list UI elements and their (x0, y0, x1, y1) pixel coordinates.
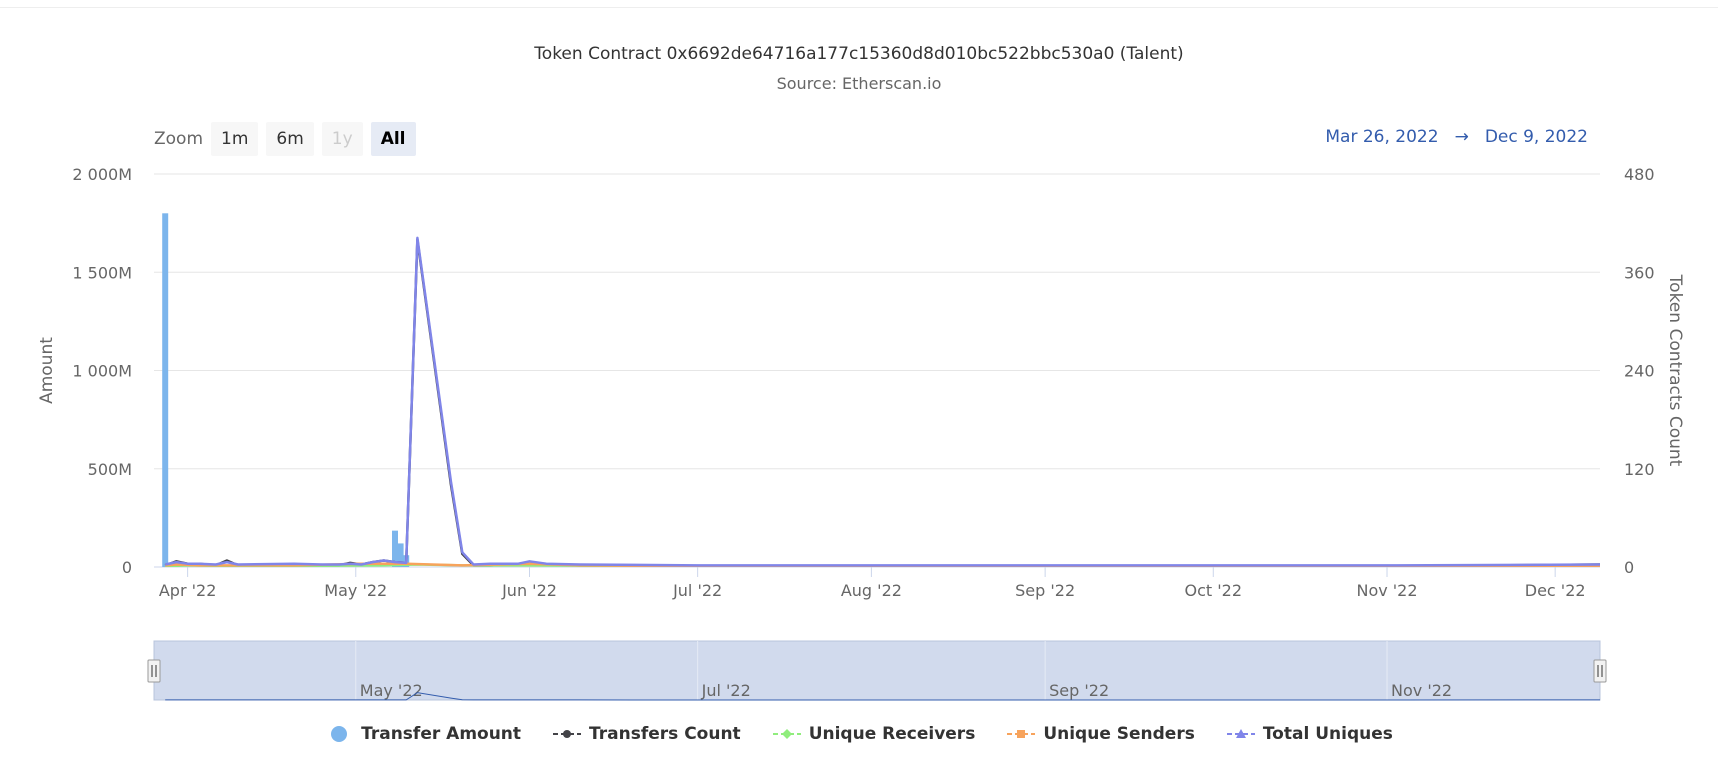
legend-symbol-icon (772, 729, 801, 739)
legend-item-total-uniques[interactable]: Total Uniques (1226, 724, 1393, 744)
legend-symbol-icon (1226, 729, 1255, 738)
legend-label: Unique Senders (1043, 724, 1195, 744)
legend-marker (563, 730, 572, 738)
total-uniques-line (164, 236, 1600, 567)
legend-item-unique-senders[interactable]: Unique Senders (1007, 724, 1195, 744)
y-axis-left: 0 500M 1 000M 1 500M 2 000M Amount (37, 165, 132, 577)
plot-series (162, 213, 1600, 567)
navigator-handle-left[interactable] (147, 659, 161, 683)
chart-canvas: 0 500M 1 000M 1 500M 2 000M Amount 0 120 240 360… (37, 165, 1685, 701)
x-tick-label: May '22 (324, 581, 387, 600)
x-tick-label: Dec '22 (1525, 581, 1586, 600)
x-tick-label: Aug '22 (841, 581, 902, 600)
navigator-tick-label: Nov '22 (1391, 681, 1452, 700)
legend-symbol-icon (553, 730, 582, 738)
legend-label: Transfers Count (589, 724, 741, 744)
legend-item-transfer-amount[interactable]: Transfer Amount (325, 724, 521, 744)
legend-marker (331, 726, 348, 742)
x-tick-label: Nov '22 (1356, 581, 1417, 600)
y-right-tick-label: 120 (1624, 460, 1655, 479)
legend-label: Total Uniques (1262, 724, 1393, 744)
y-right-tick-label: 240 (1624, 362, 1655, 381)
plot-area (162, 213, 1600, 567)
y-left-tick-label: 0 (122, 558, 132, 577)
y-right-tick-label: 360 (1624, 263, 1655, 282)
x-axis: Apr '22 May '22 Jun '22 Jul '22 Aug '22 Sep '… (159, 567, 1586, 600)
y-left-tick-label: 1 500M (72, 263, 132, 282)
legend-symbol-icon (1007, 730, 1036, 738)
legend-marker (1017, 730, 1026, 738)
legend-marker (781, 729, 792, 739)
y-right-tick-label: 0 (1624, 558, 1634, 577)
y-left-tick-label: 500M (88, 460, 132, 479)
transfers-count-line (164, 238, 1600, 567)
legend-item-transfers-count[interactable]: Transfers Count (553, 724, 741, 744)
navigator-tick-label: Sep '22 (1049, 681, 1109, 700)
navigator[interactable]: May '22 Jul '22 Sep '22 Nov '22 (147, 640, 1607, 701)
navigator-handle-right[interactable] (1593, 659, 1607, 683)
y-right-tick-label: 480 (1624, 165, 1655, 184)
y-left-axis-title: Amount (37, 337, 57, 404)
legend-symbol-icon (331, 726, 348, 742)
legend-item-unique-receivers[interactable]: Unique Receivers (772, 724, 976, 744)
y-left-tick-label: 2 000M (72, 165, 132, 184)
legend-label: Unique Receivers (808, 724, 976, 744)
x-tick-label: Oct '22 (1185, 581, 1243, 600)
x-tick-label: Sep '22 (1015, 581, 1075, 600)
transfer-amount-bar (162, 213, 169, 567)
navigator-tick-label: Jul '22 (701, 681, 751, 700)
y-left-tick-label: 1 000M (72, 362, 132, 381)
navigator-tick-label: May '22 (360, 681, 423, 700)
x-tick-label: Jun '22 (501, 581, 557, 600)
legend-label: Transfer Amount (361, 724, 522, 744)
y-axis-right: 0 120 240 360 480 Token Contracts Count (1624, 165, 1685, 577)
grid-lines (154, 173, 1600, 568)
legend: Transfer Amount Transfers Count Unique Rec… (0, 724, 1718, 744)
y-right-axis-title: Token Contracts Count (1665, 274, 1685, 467)
x-tick-label: Apr '22 (159, 581, 217, 600)
x-tick-label: Jul '22 (672, 581, 722, 600)
